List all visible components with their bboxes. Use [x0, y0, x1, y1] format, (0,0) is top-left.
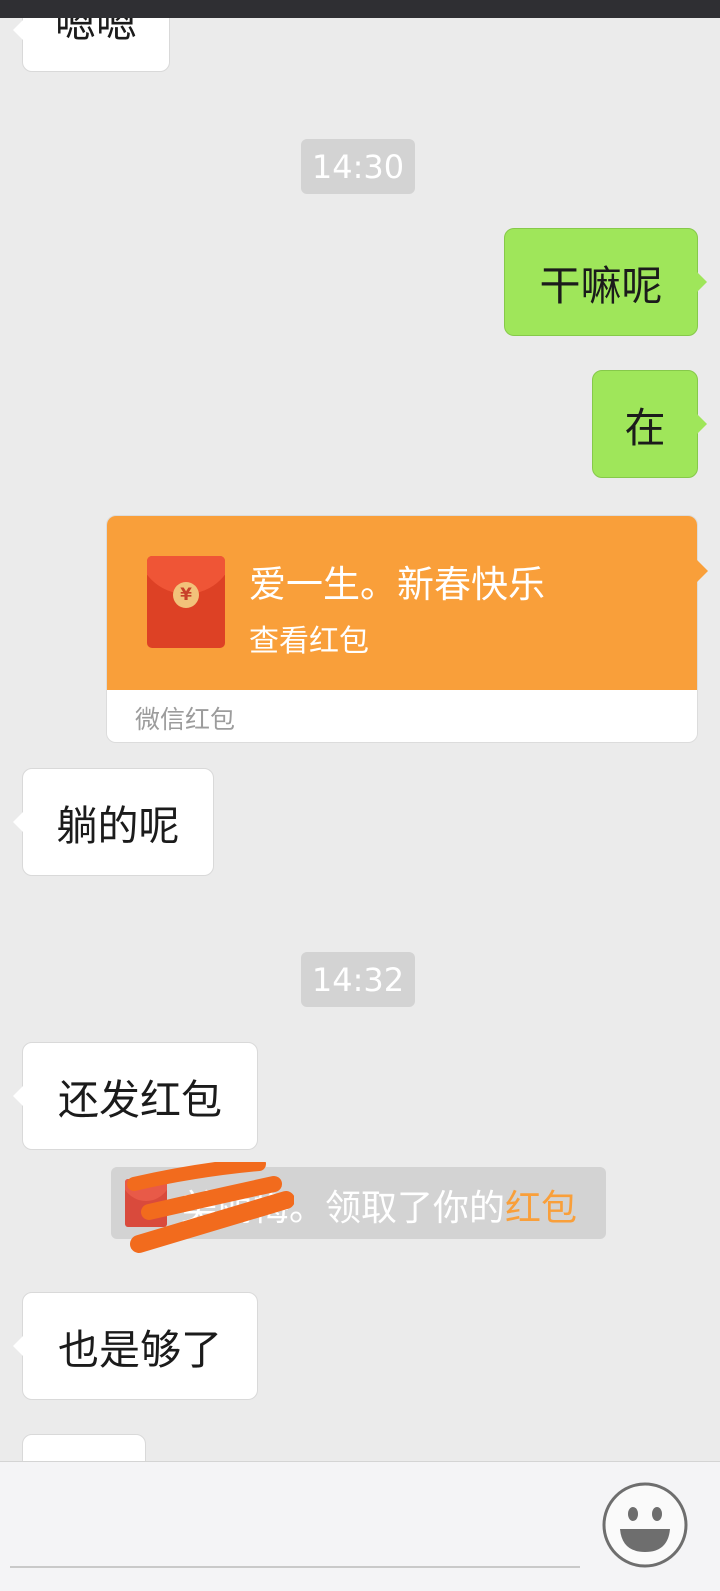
- message-bubble-incoming[interactable]: 躺的呢: [13, 768, 214, 876]
- redaction-scribble: [127, 1162, 294, 1253]
- message-bubble-incoming[interactable]: 嗯嗯: [13, 18, 170, 72]
- message-bubble-outgoing[interactable]: 在: [592, 370, 707, 478]
- red-packet-title: 爱一生。新春快乐: [249, 563, 545, 606]
- message-input[interactable]: [10, 1566, 580, 1568]
- red-packet-action: 查看红包: [249, 624, 369, 659]
- message-text: 也是够了: [58, 1326, 222, 1374]
- message-bubble-outgoing[interactable]: 干嘛呢: [504, 228, 707, 336]
- red-packet-body[interactable]: ¥ 爱一生。新春快乐 查看红包: [107, 516, 708, 690]
- timestamp: 14:30: [301, 139, 415, 194]
- message-text: 躺的呢: [56, 802, 180, 850]
- message-bubble-incoming[interactable]: 也是够了: [13, 1292, 258, 1400]
- red-packet-message[interactable]: ¥ 爱一生。新春快乐 查看红包 微信红包: [106, 515, 708, 743]
- message-text: 还发红包: [58, 1076, 222, 1124]
- red-packet-footer-label: 微信红包: [135, 705, 236, 734]
- yuan-coin-icon: ¥: [173, 582, 199, 608]
- smiley-face-icon[interactable]: [602, 1482, 688, 1568]
- timestamp-text: 14:32: [311, 960, 405, 999]
- status-bar: [0, 0, 720, 18]
- red-envelope-icon: ¥: [147, 556, 225, 648]
- chat-message-list[interactable]: 嗯嗯 14:30 干嘛呢 在 ¥ 爱一生。新春快乐 查看红包 微信红包 躺的呢 …: [0, 18, 720, 1461]
- input-bar: [0, 1461, 720, 1591]
- message-text: 干嘛呢: [539, 262, 663, 310]
- message-text: 嗯嗯: [55, 18, 137, 47]
- timestamp: 14:32: [301, 952, 415, 1007]
- red-packet-footer: 微信红包: [107, 690, 697, 742]
- message-bubble-incoming[interactable]: 还发红包: [13, 1042, 258, 1150]
- message-bubble-incoming-partial[interactable]: [22, 1434, 146, 1461]
- timestamp-text: 14:30: [311, 147, 405, 186]
- message-text: 在: [624, 404, 666, 452]
- notice-red-packet-link[interactable]: 红包: [505, 1188, 577, 1229]
